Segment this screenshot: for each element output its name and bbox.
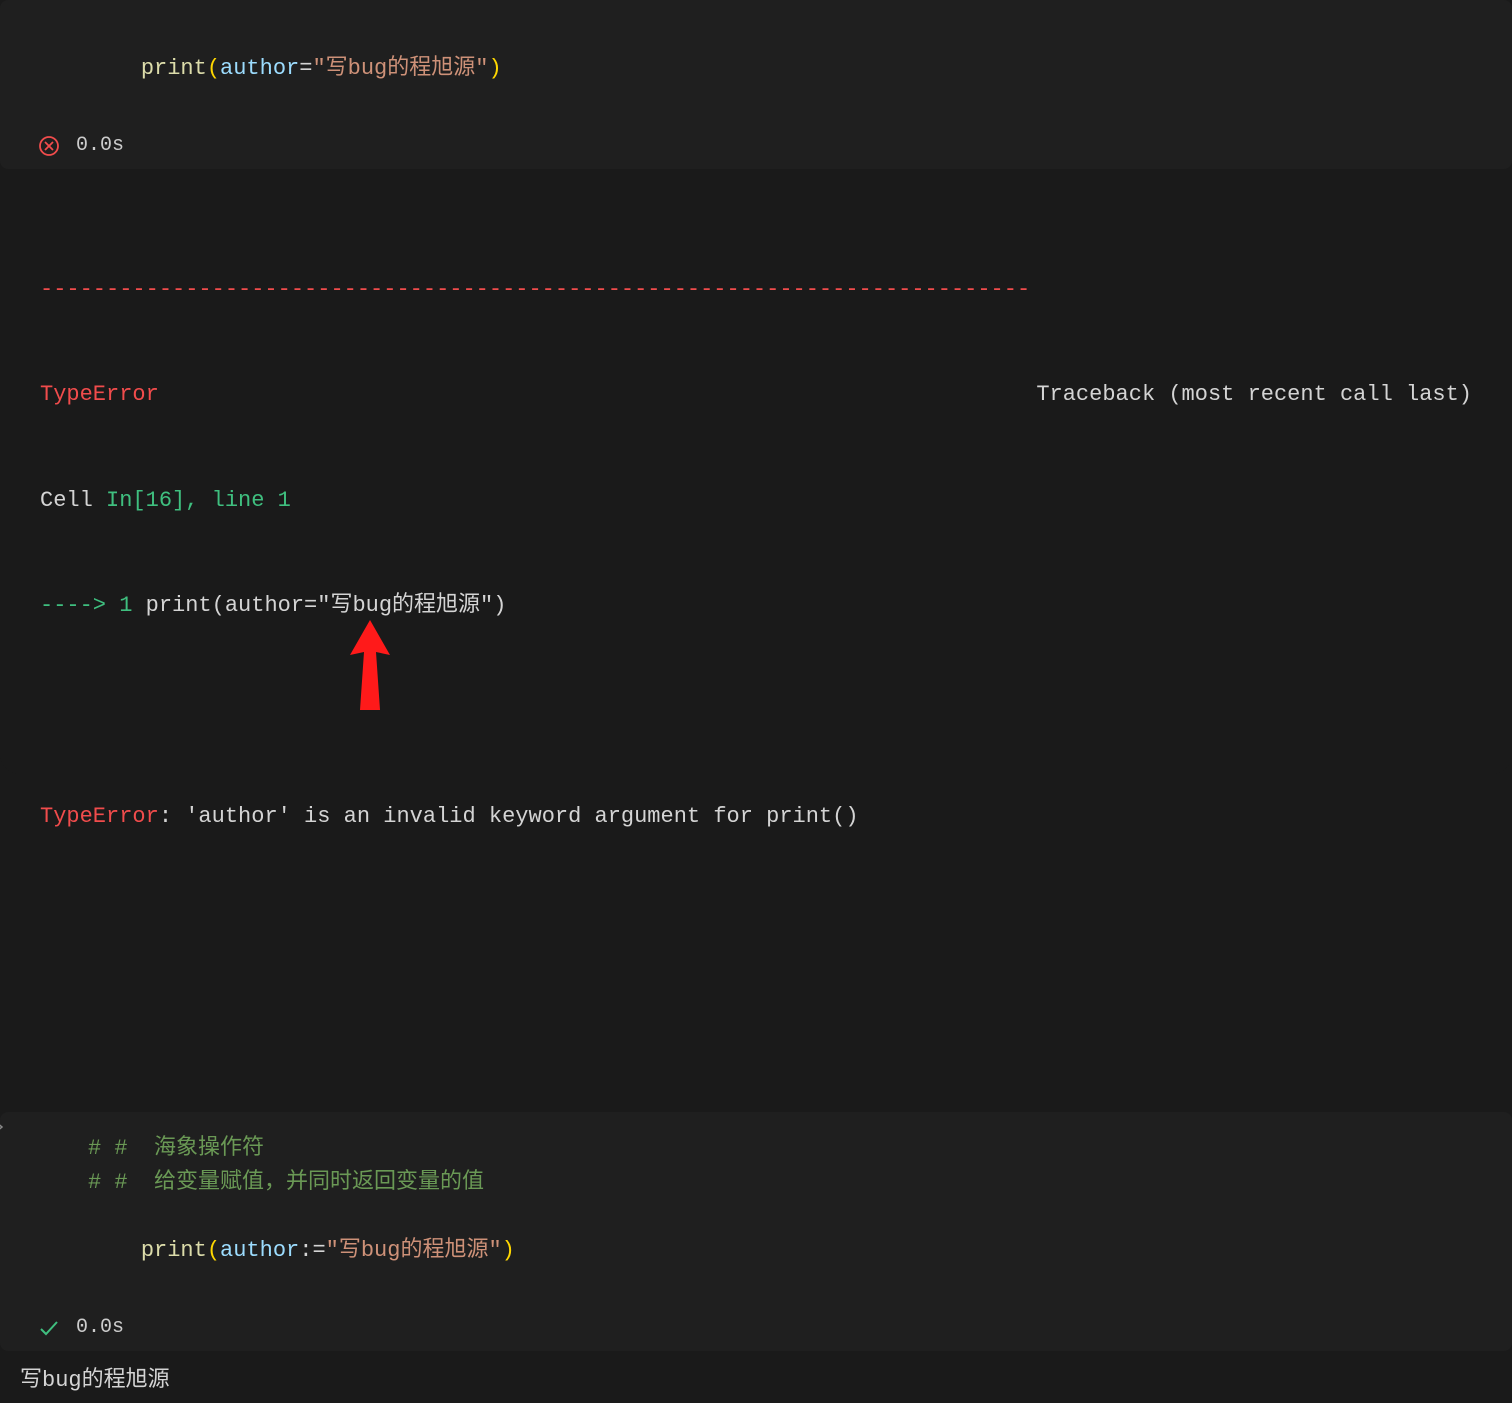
- variable-name: author: [220, 1238, 299, 1263]
- traceback-label: Traceback (most recent call last): [1036, 377, 1472, 412]
- traceback-arrow: ---->: [40, 593, 119, 618]
- paren-open: (: [207, 56, 220, 81]
- success-icon: [38, 1317, 60, 1339]
- traceback-code: print(author="写bug的程旭源"): [132, 593, 506, 618]
- comment-line-2[interactable]: # # 给变量赋值，并同时返回变量的值: [0, 1166, 1512, 1200]
- code-cell-1[interactable]: print(author="写bug的程旭源") 0.0s: [0, 0, 1512, 169]
- string-literal: "写bug的程旭源": [326, 1238, 502, 1263]
- execution-time: 0.0s: [76, 1316, 124, 1339]
- traceback-code-line: ----> 1 print(author="写bug的程旭源"): [40, 588, 1472, 623]
- traceback-cell-ref: Cell In[16], line 1: [40, 483, 1472, 518]
- comment: # # 给变量赋值，并同时返回变量的值: [88, 1170, 484, 1195]
- comment: # # 海象操作符: [88, 1136, 264, 1161]
- blank-line-3: [40, 1011, 1472, 1046]
- cell-collapse-chevron-icon[interactable]: [0, 1120, 8, 1136]
- error-type-2: TypeError: [40, 804, 159, 829]
- cell-ref: In[16], line 1: [106, 488, 291, 513]
- execution-status: 0.0s: [0, 1316, 1512, 1339]
- code-cell-2[interactable]: # # 海象操作符 # # 给变量赋值，并同时返回变量的值 print(auth…: [0, 1112, 1512, 1351]
- execution-status: 0.0s: [0, 134, 1512, 157]
- traceback-header: TypeError Traceback (most recent call las…: [40, 377, 1472, 412]
- error-message-line: TypeError: 'author' is an invalid keywor…: [40, 799, 1472, 834]
- traceback-lineno: 1: [119, 593, 132, 618]
- error-output: ----------------------------------------…: [0, 171, 1512, 1087]
- error-icon: [38, 135, 60, 157]
- comment-line-1[interactable]: # # 海象操作符: [0, 1132, 1512, 1166]
- function-name: print: [141, 56, 207, 81]
- traceback-separator: ----------------------------------------…: [40, 272, 1472, 307]
- paren-open: (: [207, 1238, 220, 1263]
- blank-line-2: [40, 905, 1472, 940]
- code-line[interactable]: print(author:="写bug的程旭源"): [0, 1200, 1512, 1302]
- walrus-operator: :=: [299, 1238, 325, 1263]
- paren-close: ): [488, 56, 501, 81]
- string-literal: "写bug的程旭源": [312, 56, 488, 81]
- execution-time: 0.0s: [76, 134, 124, 157]
- keyword-arg: author: [220, 56, 299, 81]
- blank-line: [40, 694, 1472, 729]
- error-type: TypeError: [40, 382, 159, 407]
- stdout-output: 写bug的程旭源: [0, 1351, 1512, 1403]
- error-message: : 'author' is an invalid keyword argumen…: [159, 804, 859, 829]
- cell-prefix: Cell: [40, 488, 106, 513]
- operator: =: [299, 56, 312, 81]
- function-name: print: [141, 1238, 207, 1263]
- paren-close: ): [502, 1238, 515, 1263]
- code-line[interactable]: print(author="写bug的程旭源"): [0, 18, 1512, 120]
